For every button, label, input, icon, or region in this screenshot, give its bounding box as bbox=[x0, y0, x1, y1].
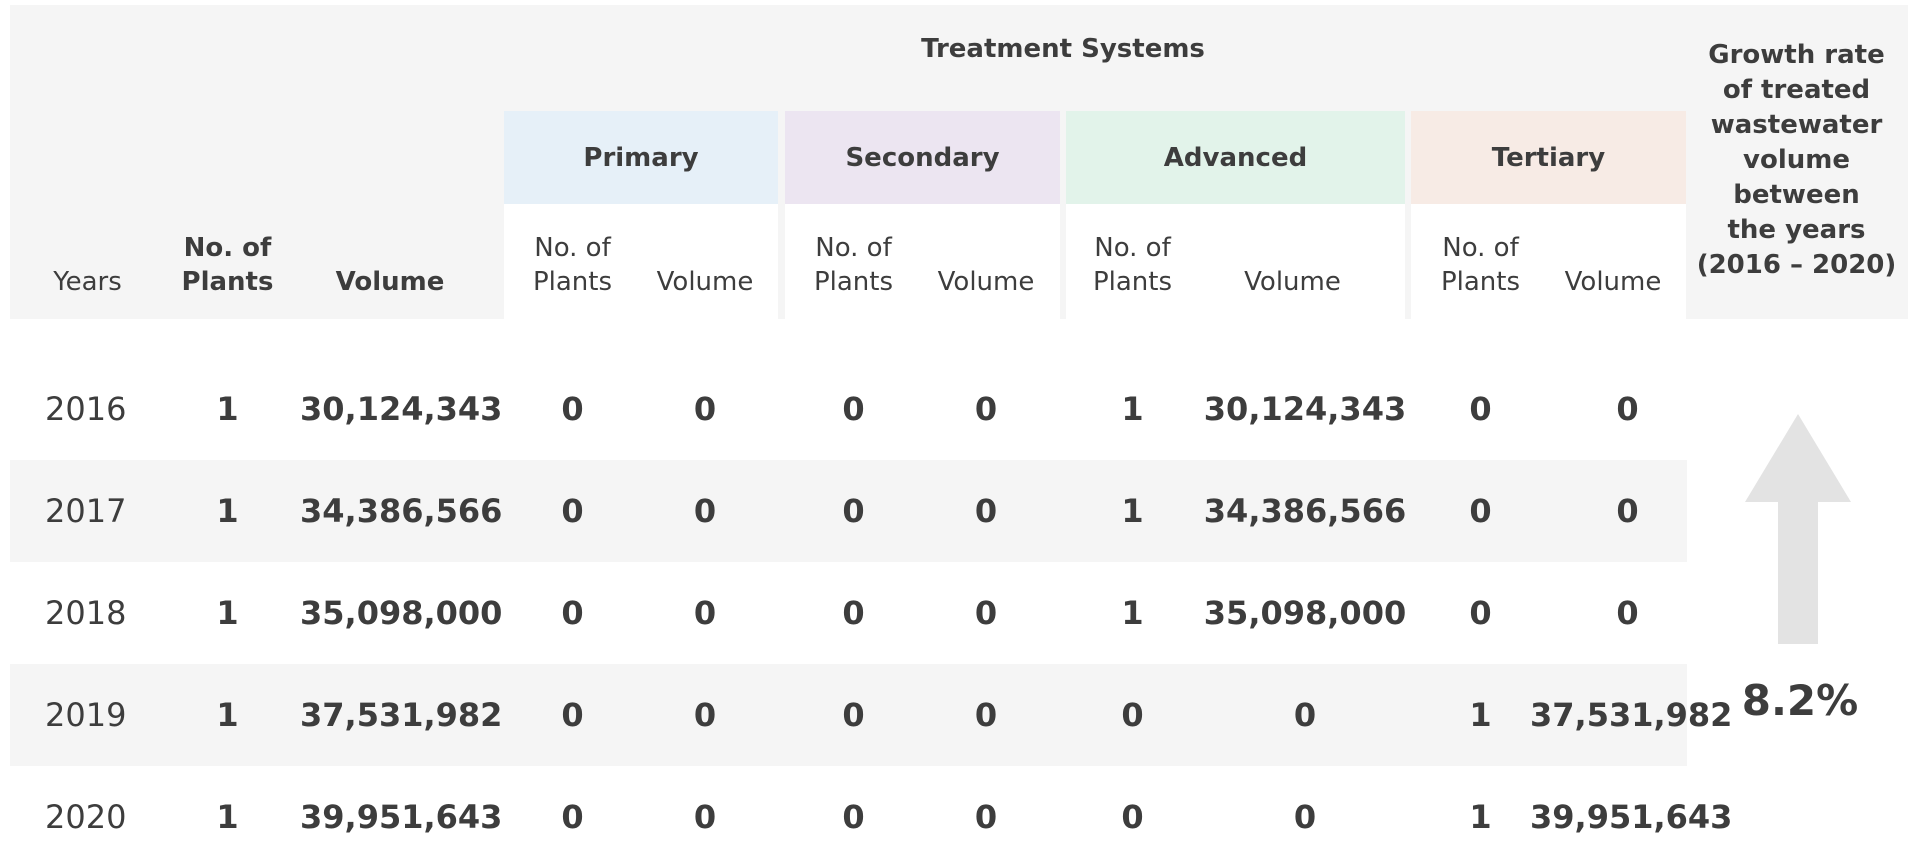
tertiary-plants-cell: 0 bbox=[1469, 492, 1492, 530]
plants-cell: 1 bbox=[216, 492, 239, 530]
up-arrow-icon bbox=[1745, 414, 1851, 644]
advanced-volume-cell: 30,124,343 bbox=[1203, 390, 1407, 428]
tertiary-header: Tertiary bbox=[1411, 111, 1686, 204]
year-cell: 2019 bbox=[45, 696, 127, 734]
tertiary-volume-header: Volume bbox=[1564, 267, 1662, 297]
primary-plants-line1: No. of bbox=[534, 233, 611, 263]
tertiary-volume-cell: 39,951,643 bbox=[1530, 798, 1733, 836]
plants-header-line2: Plants bbox=[181, 267, 274, 297]
year-cell: 2017 bbox=[45, 492, 127, 530]
treatment-systems-title: Treatment Systems bbox=[921, 34, 1205, 64]
secondary-plants-header: No. of Plants bbox=[801, 231, 906, 299]
tertiary-volume-cell: 0 bbox=[1616, 390, 1639, 428]
tertiary-plants-cell: 0 bbox=[1469, 594, 1492, 632]
year-cell: 2016 bbox=[45, 390, 127, 428]
growth-rate-value: 8.2% bbox=[1741, 676, 1859, 725]
primary-volume-cell: 0 bbox=[693, 798, 717, 836]
primary-plants-cell: 0 bbox=[561, 492, 584, 530]
secondary-volume-cell: 0 bbox=[974, 696, 998, 734]
secondary-volume-cell: 0 bbox=[974, 594, 998, 632]
tertiary-plants-line1: No. of bbox=[1442, 233, 1519, 263]
primary-plants-cell: 0 bbox=[561, 594, 584, 632]
secondary-volume-cell: 0 bbox=[974, 798, 998, 836]
secondary-plants-line1: No. of bbox=[815, 233, 892, 263]
tertiary-plants-cell: 0 bbox=[1469, 390, 1492, 428]
table-row: 2017 1 34,386,566 0 0 0 0 1 34,386,566 0… bbox=[10, 460, 1687, 562]
plants-header-line1: No. of bbox=[183, 233, 272, 263]
advanced-volume-cell: 0 bbox=[1293, 696, 1317, 734]
plants-cell: 1 bbox=[216, 696, 239, 734]
advanced-header: Advanced bbox=[1066, 111, 1405, 204]
advanced-plants-cell: 0 bbox=[1121, 696, 1144, 734]
secondary-header: Secondary bbox=[785, 111, 1060, 204]
tertiary-plants-cell: 1 bbox=[1469, 798, 1492, 836]
volume-cell: 30,124,343 bbox=[300, 390, 503, 428]
volume-cell: 37,531,982 bbox=[300, 696, 503, 734]
plants-cell: 1 bbox=[216, 390, 239, 428]
volume-cell: 35,098,000 bbox=[300, 594, 503, 632]
advanced-plants-cell: 1 bbox=[1121, 594, 1144, 632]
plants-cell: 1 bbox=[216, 798, 239, 836]
advanced-plants-cell: 0 bbox=[1121, 798, 1144, 836]
advanced-plants-header: No. of Plants bbox=[1080, 231, 1185, 299]
growth-line: Growth rate bbox=[1708, 40, 1885, 70]
secondary-plants-cell: 0 bbox=[842, 390, 865, 428]
advanced-plants-line2: Plants bbox=[1092, 267, 1173, 297]
growth-line: the years bbox=[1727, 215, 1866, 245]
advanced-volume-cell: 34,386,566 bbox=[1203, 492, 1407, 530]
primary-header: Primary bbox=[504, 111, 778, 204]
primary-plants-header: No. of Plants bbox=[520, 231, 625, 299]
growth-line: (2016 – 2020) bbox=[1696, 250, 1897, 280]
primary-plants-cell: 0 bbox=[561, 696, 584, 734]
year-cell: 2020 bbox=[45, 798, 127, 836]
secondary-plants-cell: 0 bbox=[842, 492, 865, 530]
table-row: 2019 1 37,531,982 0 0 0 0 0 0 1 37,531,9… bbox=[10, 664, 1732, 766]
primary-volume-cell: 0 bbox=[693, 390, 717, 428]
tertiary-volume-cell: 0 bbox=[1616, 492, 1639, 530]
years-column-header: Years bbox=[53, 267, 122, 297]
primary-plants-cell: 0 bbox=[561, 390, 584, 428]
volume-cell: 39,951,643 bbox=[300, 798, 503, 836]
primary-volume-cell: 0 bbox=[693, 696, 717, 734]
advanced-volume-cell: 0 bbox=[1293, 798, 1317, 836]
tertiary-plants-line2: Plants bbox=[1440, 267, 1521, 297]
secondary-plants-cell: 0 bbox=[842, 696, 865, 734]
advanced-volume-header: Volume bbox=[1244, 267, 1341, 297]
secondary-volume-cell: 0 bbox=[974, 492, 998, 530]
primary-volume-header: Volume bbox=[656, 267, 754, 297]
secondary-plants-cell: 0 bbox=[842, 594, 865, 632]
tertiary-plants-header: No. of Plants bbox=[1428, 231, 1533, 299]
tertiary-plants-cell: 1 bbox=[1469, 696, 1492, 734]
volume-column-header: Volume bbox=[335, 267, 445, 297]
growth-line: wastewater bbox=[1710, 110, 1883, 140]
secondary-plants-cell: 0 bbox=[842, 798, 865, 836]
primary-volume-cell: 0 bbox=[693, 492, 717, 530]
volume-cell: 34,386,566 bbox=[300, 492, 503, 530]
secondary-volume-cell: 0 bbox=[974, 390, 998, 428]
year-cell: 2018 bbox=[45, 594, 127, 632]
advanced-plants-cell: 1 bbox=[1121, 492, 1144, 530]
growth-line: volume bbox=[1743, 145, 1850, 175]
growth-line: of treated bbox=[1722, 75, 1871, 105]
plants-cell: 1 bbox=[216, 594, 239, 632]
secondary-plants-line2: Plants bbox=[813, 267, 894, 297]
primary-plants-line2: Plants bbox=[532, 267, 613, 297]
advanced-volume-cell: 35,098,000 bbox=[1203, 594, 1407, 632]
growth-rate-header: Growth rate of treated wastewater volume… bbox=[1685, 38, 1908, 283]
primary-volume-cell: 0 bbox=[693, 594, 717, 632]
growth-line: between bbox=[1733, 180, 1860, 210]
advanced-plants-line1: No. of bbox=[1094, 233, 1171, 263]
primary-plants-cell: 0 bbox=[561, 798, 584, 836]
plants-column-header: No. of Plants bbox=[170, 231, 285, 299]
advanced-plants-cell: 1 bbox=[1121, 390, 1144, 428]
tertiary-volume-cell: 37,531,982 bbox=[1530, 696, 1733, 734]
tertiary-volume-cell: 0 bbox=[1616, 594, 1639, 632]
secondary-volume-header: Volume bbox=[937, 267, 1035, 297]
